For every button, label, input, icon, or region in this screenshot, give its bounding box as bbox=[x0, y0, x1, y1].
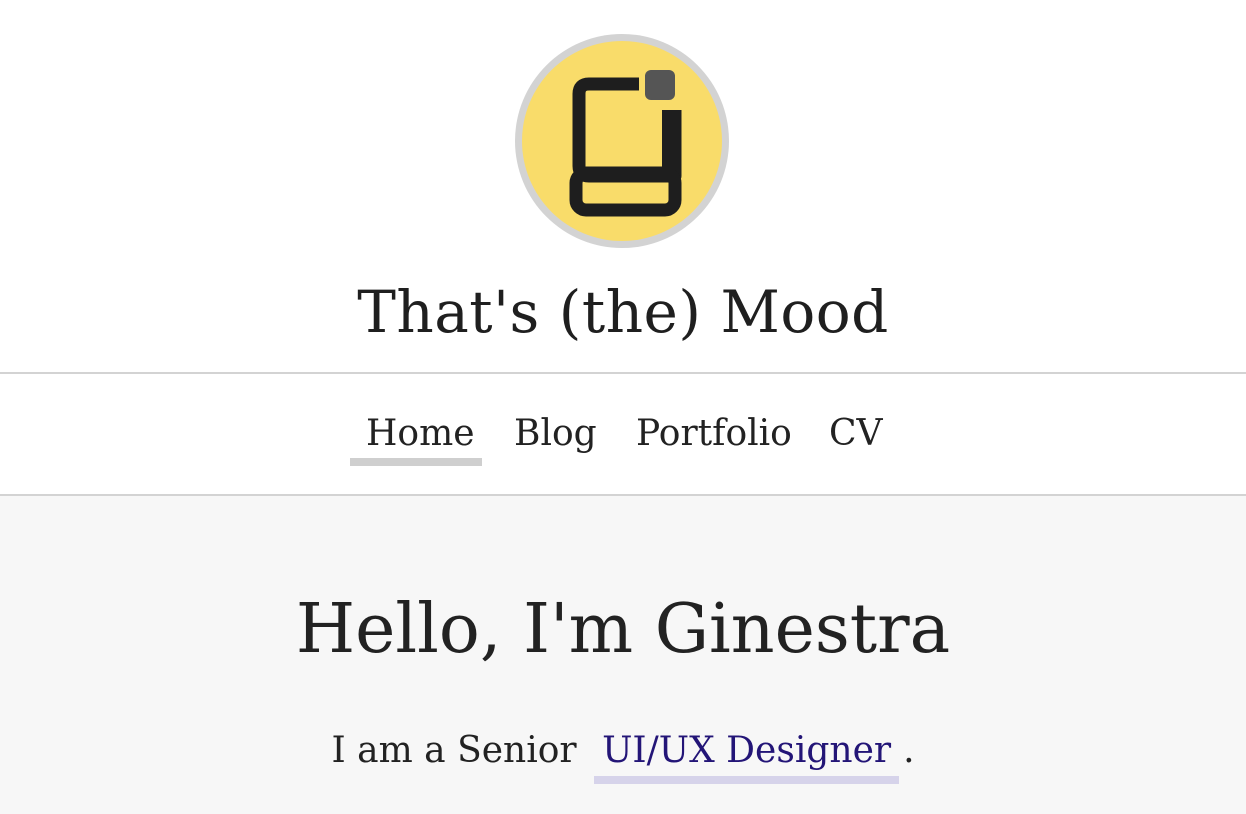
intro-text: I am a Senior UI/UX Designer. bbox=[0, 728, 1246, 784]
intro-suffix: . bbox=[903, 730, 915, 771]
nav-item-blog[interactable]: Blog bbox=[514, 412, 597, 456]
nav-item-cv[interactable]: CV bbox=[829, 412, 883, 456]
active-nav-indicator bbox=[350, 458, 482, 466]
nav-item-portfolio[interactable]: Portfolio bbox=[636, 412, 792, 456]
g-monogram-logo-icon bbox=[515, 34, 729, 248]
hero-title: Hello, I'm Ginestra bbox=[295, 590, 951, 669]
intro-prefix: I am a Senior bbox=[331, 730, 577, 771]
main-content: Hello, I'm Ginestra I am a Senior UI/UX … bbox=[0, 496, 1246, 814]
site-title: That's (the) Mood bbox=[357, 278, 889, 346]
site-header: That's (the) Mood bbox=[0, 0, 1246, 372]
role-link[interactable]: UI/UX Designer bbox=[594, 728, 900, 784]
nav-item-home[interactable]: Home bbox=[366, 412, 475, 456]
main-nav: Home Blog Portfolio CV bbox=[0, 374, 1246, 494]
site-logo[interactable] bbox=[511, 30, 733, 252]
